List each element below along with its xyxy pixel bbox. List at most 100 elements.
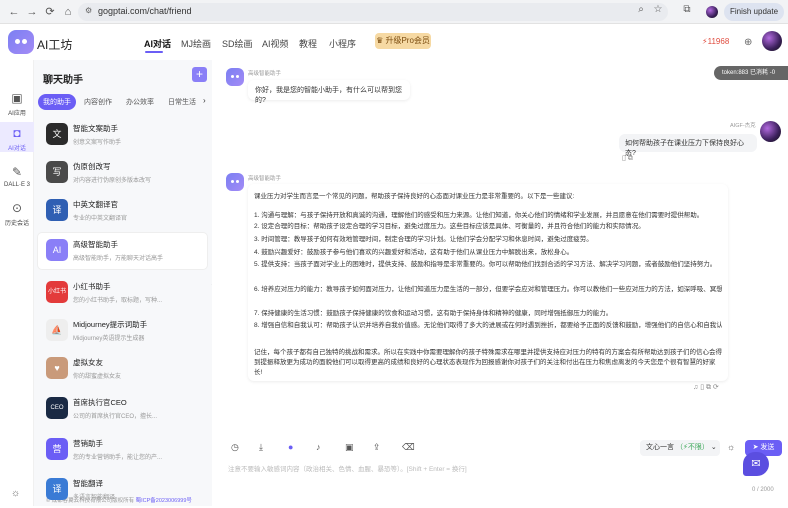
rail-item-dalle[interactable]: ✎ DALL·E 3 bbox=[0, 162, 34, 190]
sidebar-title: 聊天助手 bbox=[43, 75, 83, 86]
assistant-description: 专业的中英文翻译官 bbox=[73, 216, 128, 222]
bot-avatar bbox=[226, 173, 244, 191]
assistant-description: Midjourney英语提示生成器 bbox=[73, 336, 145, 342]
model-free-badge: （⚡不限） bbox=[675, 444, 709, 451]
answer-point: 8. 增强自信和自我认可：帮助孩子认识并培养自我价值感。无论他们取得了多大的进展… bbox=[254, 322, 722, 329]
extensions-icon[interactable]: ⧉ bbox=[680, 4, 694, 15]
assistant-description: 公司的首席执行官CEO，擅长... bbox=[73, 414, 158, 420]
address-bar[interactable]: ⚙ gogptai.com/chat/friend bbox=[78, 3, 668, 21]
assistant-avatar-icon: ⛵ bbox=[46, 319, 68, 341]
credits-balance[interactable]: ⚡11968 bbox=[702, 37, 729, 46]
tab-ai-chat[interactable]: AI对话 bbox=[144, 37, 171, 50]
bot-sender-name: 高级智能助手 bbox=[248, 176, 282, 182]
user-sender-name: AIGF-杰克 bbox=[730, 123, 756, 129]
app-logo[interactable] bbox=[8, 30, 34, 54]
assistant-item[interactable]: 译中英文翻译官 专业的中英文翻译官 bbox=[38, 193, 207, 229]
rail-item-ai-chat[interactable]: ◘ AI对话 bbox=[0, 122, 34, 152]
tab-content-creation[interactable]: 内容创作 bbox=[80, 95, 116, 109]
assistant-name: Midjourney提示词助手 bbox=[73, 320, 148, 329]
user-avatar[interactable] bbox=[762, 31, 782, 51]
voice-tool-icon[interactable]: ♪ bbox=[316, 442, 321, 452]
token-usage-badge[interactable]: token:883 已消耗 -0 bbox=[714, 66, 788, 80]
add-assistant-button[interactable]: + bbox=[192, 67, 207, 82]
clear-tool-icon[interactable]: ⌫ bbox=[402, 442, 415, 453]
assistant-name: 智能文案助手 bbox=[73, 124, 118, 133]
home-icon[interactable]: ⌂ bbox=[60, 4, 76, 20]
model-tool-icon[interactable]: ● bbox=[288, 442, 293, 452]
app-title: AI工坊 bbox=[37, 38, 73, 52]
user-message-bubble: 如何帮助孩子在课业压力下保持良好心态? bbox=[619, 134, 757, 157]
assistant-name: 虚拟女友 bbox=[73, 358, 103, 367]
assistant-item[interactable]: ♥ 虚拟女友 你的甜蜜虚拟女友 bbox=[38, 351, 207, 387]
history-tool-icon[interactable]: ◷ bbox=[231, 442, 239, 453]
assistant-avatar-icon: ♥ bbox=[46, 357, 68, 379]
settings-gear-icon[interactable]: ☼ bbox=[727, 442, 735, 452]
forward-icon[interactable]: → bbox=[24, 4, 40, 20]
answer-point: 2. 设定合理的目标：帮助孩子设定合理的学习目标，避免过度压力。这些目标应该是具… bbox=[254, 223, 645, 230]
upgrade-pro-label: 升级Pro会员 bbox=[385, 36, 430, 45]
model-select[interactable]: 文心一言 （⚡不限） ⌄ bbox=[640, 440, 720, 456]
rail-item-history[interactable]: ⊙ 历史会话 bbox=[0, 198, 34, 227]
assistant-item[interactable]: ⛵ Midjourney提示词助手 Midjourney英语提示生成器 bbox=[38, 313, 207, 349]
assistant-description: 对内容进行伪原创多版本改写 bbox=[73, 178, 152, 184]
model-name: 文心一言 bbox=[646, 444, 674, 451]
assistant-description: 多语言智能翻译 bbox=[73, 495, 116, 501]
assistant-item[interactable]: 译智能翻译 多语言智能翻译 bbox=[38, 472, 207, 508]
finish-update-button[interactable]: Finish update bbox=[724, 3, 784, 21]
message-input[interactable]: 注意不要输入敏感词内容（政治相关、色情、血腥、暴恐等）。[Shift + Ent… bbox=[228, 463, 467, 473]
assistant-avatar-icon: CEO bbox=[46, 397, 68, 419]
floating-chat-icon[interactable]: ✉ bbox=[743, 452, 769, 476]
assistant-avatar-icon: 译 bbox=[46, 478, 68, 500]
bookmark-star-icon[interactable]: ☆ bbox=[651, 4, 665, 15]
answer-actions-icon[interactable]: ♫ ▯ ⧉ ⟳ bbox=[693, 383, 719, 392]
assistant-name: 高级智能助手 bbox=[73, 240, 118, 249]
back-icon[interactable]: ← bbox=[6, 4, 22, 20]
assistant-name: 营销助手 bbox=[73, 439, 103, 448]
assistant-item[interactable]: 文智能文案助手 创意文案写作助手 bbox=[38, 117, 207, 153]
tab-mini-program[interactable]: 小程序 bbox=[329, 37, 356, 50]
rail-item-label: AI对话 bbox=[8, 146, 26, 152]
user-message-avatar bbox=[760, 121, 781, 142]
tab-office-efficiency[interactable]: 办公效率 bbox=[122, 95, 158, 109]
assistant-description: 高级智能助手，万能聊天对话高手 bbox=[73, 256, 164, 262]
assistant-name: 小红书助手 bbox=[73, 282, 111, 291]
user-msg-actions-icon[interactable]: ▯ ⧉ bbox=[622, 154, 633, 163]
assistant-item[interactable]: 营营销助手 您的专业营销助手，能让您的产... bbox=[38, 432, 207, 468]
answer-intro: 课业压力对学生而言是一个常见的问题，帮助孩子保持良好的心态面对课业压力是非常重要… bbox=[254, 193, 575, 200]
upload-tool-icon[interactable]: ⇪ bbox=[373, 442, 381, 453]
assistant-item[interactable]: 小红书 小红书助手 您的小红书助手，取标题，写种... bbox=[38, 275, 207, 311]
tabs-scroll-right-icon[interactable]: › bbox=[203, 96, 206, 105]
apps-icon: ▣ bbox=[11, 91, 23, 105]
upgrade-pro-button[interactable]: ♛ 升级Pro会员 bbox=[375, 33, 431, 49]
download-tool-icon[interactable]: ⤓ bbox=[259, 442, 263, 453]
context-tool-icon[interactable]: ▣ bbox=[345, 442, 354, 453]
tab-daily-life[interactable]: 日常生活 bbox=[164, 95, 200, 109]
assistant-item[interactable]: CEO 首席执行官CEO 公司的首席执行官CEO，擅长... bbox=[38, 391, 207, 427]
assistant-item[interactable]: AI 高级智能助手 高级智能助手，万能聊天对话高手 bbox=[38, 233, 207, 269]
assistant-description: 创意文案写作助手 bbox=[73, 140, 122, 146]
tab-mj-draw[interactable]: MJ绘画 bbox=[181, 37, 211, 50]
reload-icon[interactable]: ⟳ bbox=[42, 4, 58, 20]
assistant-item[interactable]: 写伪原创改写 对内容进行伪原创多版本改写 bbox=[38, 155, 207, 191]
tab-tutorial[interactable]: 教程 bbox=[299, 37, 317, 50]
tab-ai-video[interactable]: AI视频 bbox=[262, 37, 289, 50]
char-counter: 0 / 2000 bbox=[752, 487, 774, 493]
zoom-icon[interactable]: ⌕ bbox=[634, 4, 648, 15]
site-info-icon[interactable]: ⚙ bbox=[85, 6, 92, 15]
assistant-avatar-icon: 写 bbox=[46, 161, 68, 183]
tab-sd-draw[interactable]: SD绘画 bbox=[222, 37, 253, 50]
theme-toggle-icon[interactable]: ☼ bbox=[11, 488, 20, 499]
assistant-name: 首席执行官CEO bbox=[73, 398, 127, 407]
chevron-down-icon: ⌄ bbox=[710, 444, 717, 451]
notification-icon[interactable]: ⊕ bbox=[744, 37, 752, 48]
history-icon: ⊙ bbox=[11, 201, 23, 215]
assistant-description: 您的专业营销助手，能让您的产... bbox=[73, 455, 163, 461]
rail-item-label: 历史会话 bbox=[4, 221, 29, 227]
rail-item-apps[interactable]: ▣ AI应用 bbox=[0, 88, 34, 117]
credits-value: 11968 bbox=[707, 37, 730, 46]
tab-my-assistants[interactable]: 我的助手 bbox=[38, 94, 76, 110]
paint-icon: ✎ bbox=[11, 165, 23, 179]
assistant-name: 中英文翻译官 bbox=[73, 200, 118, 209]
assistant-avatar-icon: 小红书 bbox=[46, 281, 68, 303]
browser-profile-avatar[interactable] bbox=[706, 6, 718, 18]
